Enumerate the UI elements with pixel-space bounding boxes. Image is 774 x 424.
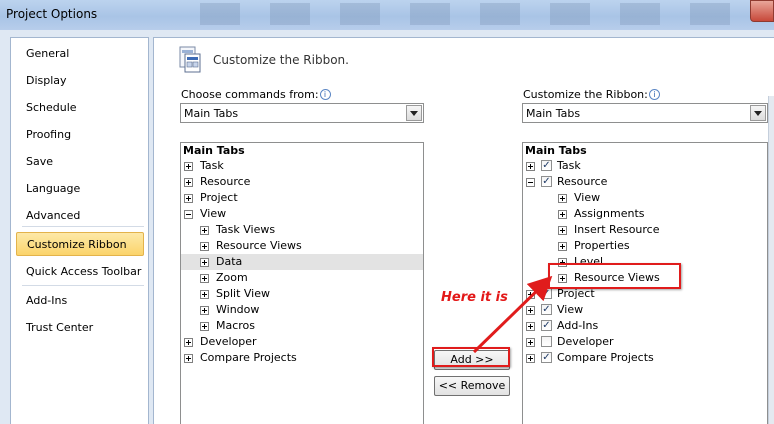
- annotation-arrow: [472, 275, 553, 354]
- annotation-arrows: [472, 275, 553, 354]
